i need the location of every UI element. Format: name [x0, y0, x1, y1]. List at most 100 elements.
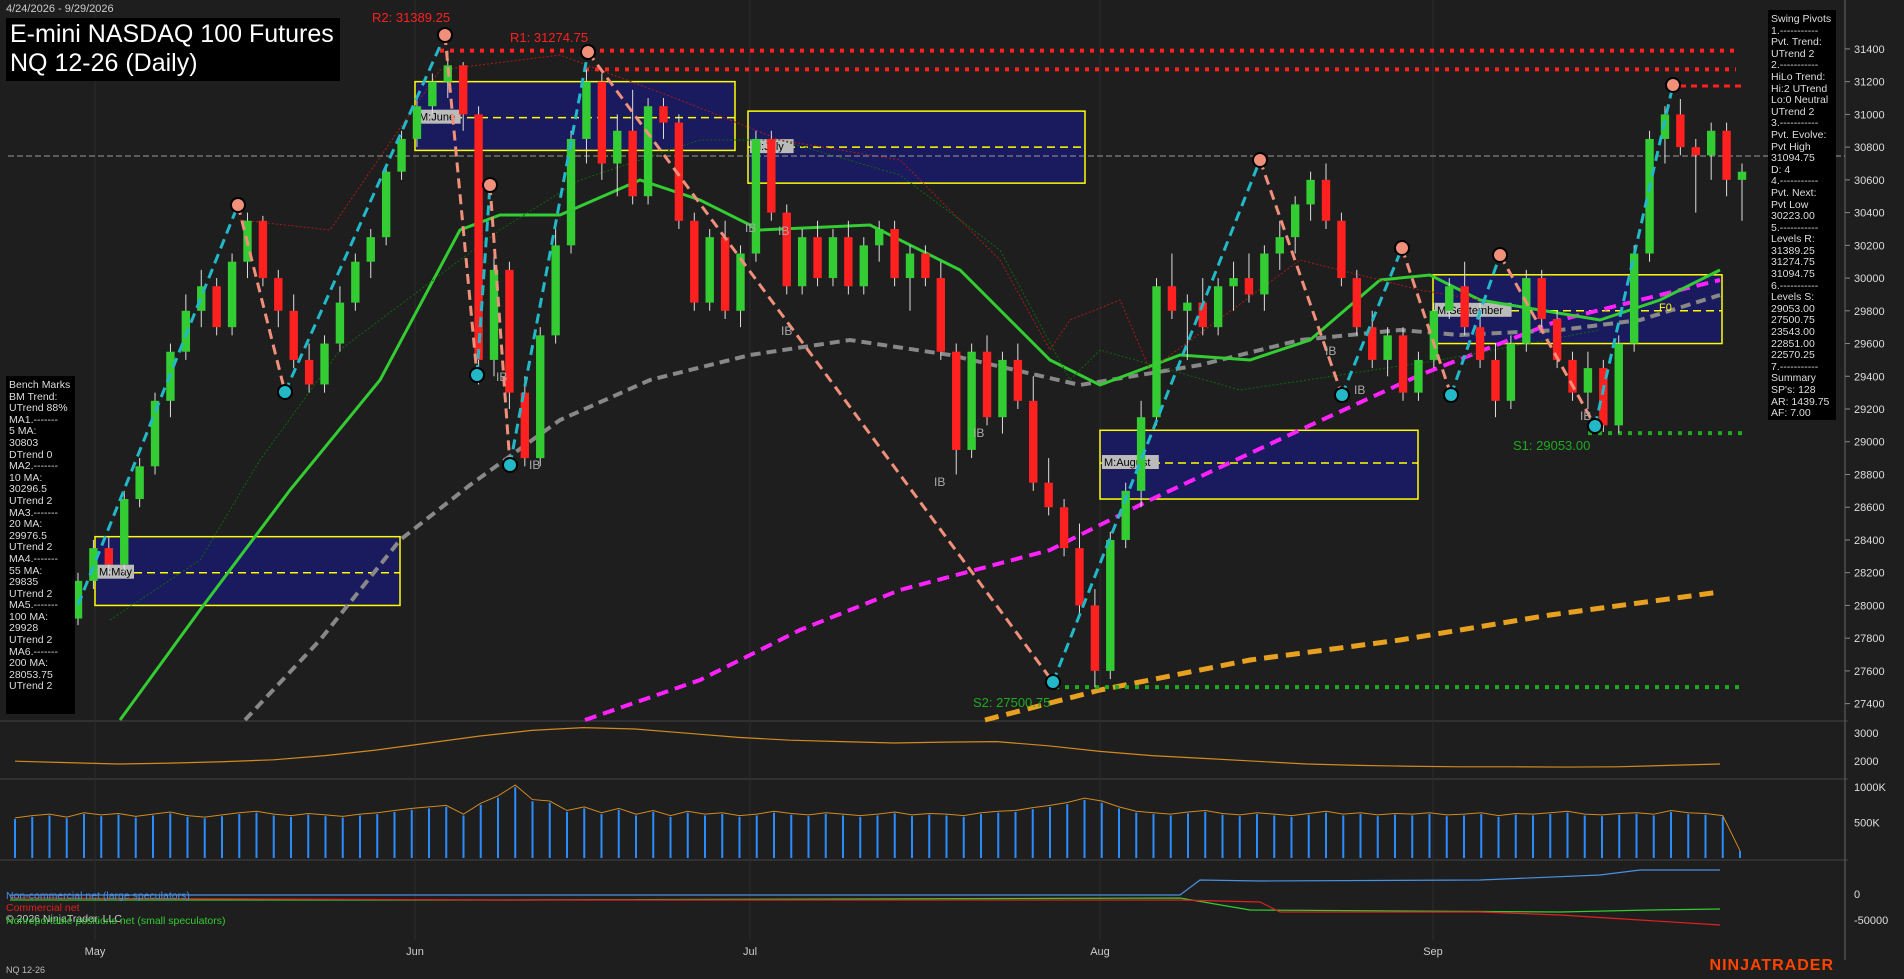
swing-pivots-line: 31094.75	[1771, 152, 1815, 165]
swing-pivots-line: Swing Pivots	[1771, 13, 1832, 25]
swing-pivots-line: SP's: 128	[1771, 384, 1816, 396]
candle-body	[1260, 253, 1269, 295]
candle-body	[1013, 359, 1023, 401]
candle-body	[1106, 539, 1115, 671]
candle-body	[1398, 335, 1408, 393]
candle-body	[643, 106, 653, 197]
ma-20-line	[243, 293, 1721, 722]
candle-body	[690, 220, 699, 303]
candle-body	[597, 81, 607, 164]
ib-label: IB	[1580, 409, 1591, 423]
candle-body	[1383, 335, 1392, 360]
swing-pivots-line: 23543.00	[1771, 326, 1815, 339]
swing-pivot-marker	[230, 197, 246, 213]
candle-body	[551, 245, 560, 336]
candle-body	[1075, 548, 1084, 606]
candle-body	[1337, 220, 1346, 279]
level-label-s2: S2: 27500.75	[973, 695, 1050, 710]
candle-body	[1152, 286, 1161, 418]
level-label-s1: S1: 29053.00	[1513, 438, 1590, 453]
candle-body	[304, 359, 314, 385]
y-tick-label: 27400	[1854, 699, 1885, 711]
candle-body	[536, 335, 545, 459]
candle-body	[1445, 286, 1454, 311]
candle-body	[1275, 237, 1284, 254]
bench-marks-line: MA2.-------	[9, 460, 58, 473]
candle-body	[613, 130, 622, 164]
candle-body	[582, 81, 591, 139]
candle-body	[1290, 204, 1300, 238]
candle-body	[797, 237, 807, 287]
ib-label: IB	[1354, 383, 1365, 397]
candle-body	[1676, 114, 1685, 148]
y-tick-label: 31400	[1854, 44, 1885, 56]
candle-body	[1183, 302, 1192, 311]
oscillator-line	[14, 726, 1721, 768]
y-tick-label: 29200	[1854, 404, 1885, 416]
y-tick-label: 28400	[1854, 535, 1885, 547]
candle-body	[705, 237, 714, 303]
ninjatrader-logo: NINJATRADER	[1709, 957, 1834, 974]
swing-pivot-marker	[482, 177, 498, 193]
bench-marks-line: UTrend 2	[9, 494, 53, 507]
candle-body	[890, 228, 899, 279]
candle-body	[1429, 310, 1439, 360]
swing-pivot-marker	[1334, 387, 1350, 403]
candle-body	[1583, 368, 1593, 393]
candle-body	[520, 392, 530, 459]
volume-tick-label: 500K	[1854, 818, 1880, 830]
swing-pivots-line: HiLo Trend:	[1771, 70, 1826, 83]
candle-body	[227, 261, 237, 328]
candle-body	[458, 65, 468, 115]
candle-body	[1645, 138, 1654, 254]
candle-body	[1722, 130, 1731, 180]
y-tick-label: 29600	[1854, 339, 1885, 351]
candle-body	[751, 138, 761, 254]
candle-body	[628, 130, 637, 197]
y-tick-label: 31000	[1854, 109, 1885, 121]
candle-body	[1244, 278, 1254, 295]
ib-label: IB	[781, 324, 792, 338]
bench-marks-line: 30803	[9, 436, 39, 449]
candle-body	[1491, 359, 1500, 401]
candle-body	[1414, 359, 1423, 393]
candle-body	[135, 466, 144, 500]
candle-body	[258, 220, 268, 279]
cot-tick-label: 0	[1854, 889, 1860, 901]
candle-body	[828, 237, 838, 279]
cot-commercial-line	[9, 897, 1721, 926]
ib-label: IB	[934, 475, 945, 489]
swing-pivot-marker	[580, 44, 596, 60]
candle-body	[1737, 171, 1747, 180]
candle-body	[659, 106, 668, 123]
candle-body	[566, 138, 576, 246]
bench-marks-line: UTrend 2	[9, 634, 53, 647]
candle-body	[1167, 286, 1177, 311]
ib-label: IB	[778, 224, 789, 238]
swing-pivot-marker	[1394, 240, 1410, 256]
candle-body	[120, 499, 129, 565]
chart-canvas[interactable]: May Jun Jul Aug Sep 27400 27600 27800 28000 28200…	[0, 0, 1904, 979]
y-tick-label: 30000	[1854, 273, 1885, 285]
bench-marks-line: Bench Marks	[9, 379, 71, 391]
vwap-label: M:May	[99, 567, 133, 579]
y-tick-label: 28800	[1854, 469, 1885, 481]
candle-body	[366, 237, 375, 262]
candle-body	[1213, 286, 1223, 328]
legend-noncommercial: Non-commercial net (large speculators)	[6, 890, 190, 902]
ib-label: IB	[1325, 344, 1336, 358]
candle-body	[397, 138, 406, 172]
candle-body	[104, 548, 114, 565]
y-tick-label: 29800	[1854, 306, 1885, 318]
y-tick-label: 29000	[1854, 437, 1885, 449]
candle-body	[381, 171, 391, 238]
y-tick-label: 28200	[1854, 568, 1885, 580]
y-tick-label: 31200	[1854, 77, 1885, 89]
candle-body	[874, 228, 884, 246]
swing-pivots-line: Pvt. Next:	[1771, 186, 1817, 199]
ib-label: IB	[529, 458, 540, 472]
candle-body	[905, 253, 915, 279]
candle-body	[813, 237, 822, 279]
x-tick-label: Jul	[743, 946, 757, 958]
candle-body	[998, 359, 1007, 418]
